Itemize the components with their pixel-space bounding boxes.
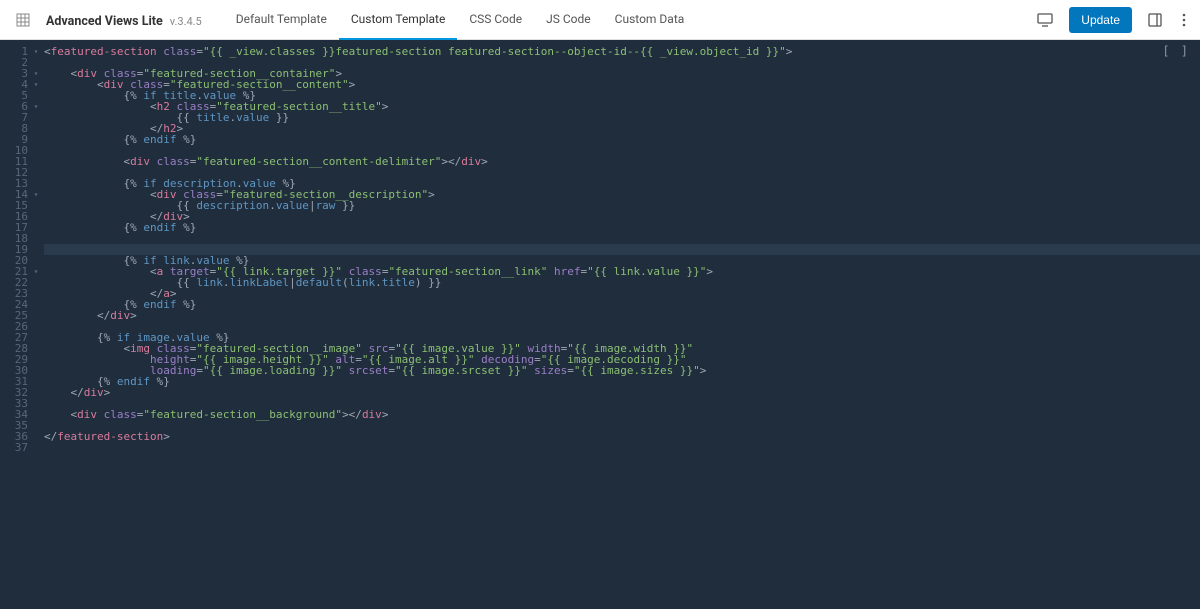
fold-marker[interactable]: ▾ xyxy=(32,68,40,79)
code-line[interactable]: {{ link.linkLabel|default(link.title) }} xyxy=(44,277,1200,288)
code-area[interactable]: [ ] <featured-section class="{{ _view.cl… xyxy=(40,40,1200,609)
fold-marker xyxy=(32,123,40,134)
tab-custom-template[interactable]: Custom Template xyxy=(339,0,457,40)
code-line[interactable]: </div> xyxy=(44,211,1200,222)
code-line[interactable]: {% endif %} xyxy=(44,134,1200,145)
fold-marker[interactable]: ▾ xyxy=(32,46,40,57)
tab-css-code[interactable]: CSS Code xyxy=(457,0,534,40)
fold-marker xyxy=(32,398,40,409)
brand-name: Advanced Views Lite xyxy=(46,14,163,29)
code-line[interactable]: {% endif %} xyxy=(44,299,1200,310)
fold-marker xyxy=(32,90,40,101)
code-line[interactable]: </div> xyxy=(44,310,1200,321)
fold-marker xyxy=(32,167,40,178)
fold-marker xyxy=(32,310,40,321)
update-button[interactable]: Update xyxy=(1069,7,1132,33)
code-line[interactable]: {% endif %} xyxy=(44,222,1200,233)
fold-marker xyxy=(32,145,40,156)
fold-marker xyxy=(32,200,40,211)
brand-version: v.3.4.5 xyxy=(170,15,202,28)
fold-marker xyxy=(32,365,40,376)
header-left: Advanced Views Lite v.3.4.5 Default Temp… xyxy=(10,0,696,40)
fold-marker xyxy=(32,134,40,145)
fold-marker xyxy=(32,376,40,387)
fold-marker xyxy=(32,288,40,299)
fold-marker xyxy=(32,332,40,343)
header: Advanced Views Lite v.3.4.5 Default Temp… xyxy=(0,0,1200,40)
fold-marker xyxy=(32,178,40,189)
code-line[interactable]: </h2> xyxy=(44,123,1200,134)
tab-custom-data[interactable]: Custom Data xyxy=(603,0,697,40)
code-line[interactable]: {{ title.value }} xyxy=(44,112,1200,123)
fold-marker xyxy=(32,277,40,288)
fold-marker xyxy=(32,222,40,233)
fold-marker xyxy=(32,112,40,123)
code-line[interactable]: {% endif %} xyxy=(44,376,1200,387)
tabs: Default TemplateCustom TemplateCSS CodeJ… xyxy=(224,0,697,40)
fold-marker xyxy=(32,343,40,354)
brand-label: Advanced Views Lite v.3.4.5 xyxy=(46,10,202,29)
tab-default-template[interactable]: Default Template xyxy=(224,0,339,40)
line-number: 37 xyxy=(0,442,28,453)
fold-gutter[interactable]: ▾▾▾▾▾▾ xyxy=(32,40,40,609)
code-line[interactable]: <featured-section class="{{ _view.classe… xyxy=(44,46,1200,57)
fold-marker xyxy=(32,387,40,398)
fold-marker[interactable]: ▾ xyxy=(32,189,40,200)
code-editor[interactable]: 1234567891011121314151617181920212223242… xyxy=(0,40,1200,609)
fold-marker xyxy=(32,57,40,68)
code-line[interactable]: {{ description.value|raw }} xyxy=(44,200,1200,211)
fold-marker xyxy=(32,442,40,453)
header-right: Update xyxy=(1033,7,1190,33)
code-line[interactable]: <div class="featured-section__background… xyxy=(44,409,1200,420)
code-line[interactable]: </a> xyxy=(44,288,1200,299)
fold-marker xyxy=(32,255,40,266)
grid-icon[interactable] xyxy=(10,11,36,29)
fold-marker xyxy=(32,420,40,431)
code-line[interactable]: loading="{{ image.loading }}" srcset="{{… xyxy=(44,365,1200,376)
fold-marker xyxy=(32,354,40,365)
code-line[interactable]: </featured-section> xyxy=(44,431,1200,442)
code-line[interactable]: </div> xyxy=(44,387,1200,398)
fold-marker xyxy=(32,211,40,222)
tab-js-code[interactable]: JS Code xyxy=(534,0,603,40)
code-line[interactable] xyxy=(44,442,1200,453)
fold-marker[interactable]: ▾ xyxy=(32,266,40,277)
line-number-gutter: 1234567891011121314151617181920212223242… xyxy=(0,40,32,609)
fold-marker xyxy=(32,299,40,310)
fold-marker xyxy=(32,244,40,255)
panel-icon[interactable] xyxy=(1144,9,1166,31)
fold-marker xyxy=(32,233,40,244)
fold-marker xyxy=(32,321,40,332)
more-icon[interactable] xyxy=(1178,9,1190,31)
desktop-icon[interactable] xyxy=(1033,9,1057,31)
code-line[interactable] xyxy=(44,420,1200,431)
fold-marker[interactable]: ▾ xyxy=(32,101,40,112)
code-line[interactable] xyxy=(44,233,1200,244)
code-line[interactable]: <div class="featured-section__content-de… xyxy=(44,156,1200,167)
fold-marker xyxy=(32,431,40,442)
fold-marker[interactable]: ▾ xyxy=(32,79,40,90)
fold-marker xyxy=(32,156,40,167)
fold-marker xyxy=(32,409,40,420)
